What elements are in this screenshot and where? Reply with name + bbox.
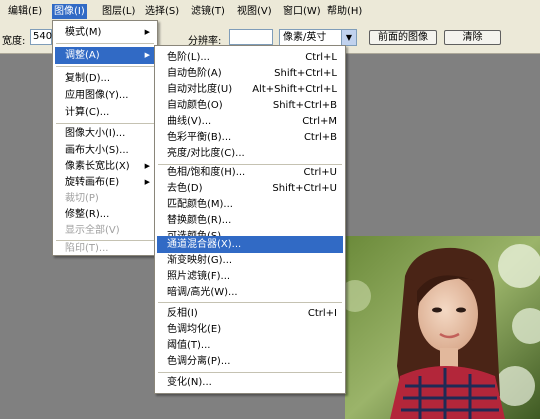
- menu-item-rotate-canvas[interactable]: 旋转画布(E) ▶: [55, 174, 155, 191]
- menu-item-pixel-aspect-ratio[interactable]: 像素长宽比(X) ▶: [55, 158, 155, 175]
- menu-item-hue-saturation[interactable]: 色相/饱和度(H)... Ctrl+U: [157, 164, 343, 181]
- menu-item-canvas-size[interactable]: 画布大小(S)...: [55, 142, 155, 159]
- menu-item-shortcut: Shift+Ctrl+L: [274, 68, 337, 79]
- menu-item-label: 亮度/对比度(C)...: [167, 148, 245, 159]
- menu-divider: [56, 240, 154, 241]
- menu-item-duplicate[interactable]: 复制(D)...: [55, 70, 155, 87]
- menu-item-adjustments[interactable]: 调整(A) ▶: [55, 47, 155, 64]
- menu-item-shortcut: Ctrl+I: [307, 308, 337, 319]
- menu-item-brightness-contrast[interactable]: 亮度/对比度(C)...: [157, 145, 343, 162]
- menu-divider: [158, 372, 342, 373]
- resolution-unit-value: 像素/英寸: [283, 32, 327, 43]
- menu-item-trap: 陷印(T)...: [65, 243, 109, 254]
- menu-item-levels[interactable]: 色阶(L)... Ctrl+L: [157, 49, 343, 66]
- menu-item-label: 旋转画布(E): [65, 177, 120, 188]
- document-photo: [345, 236, 540, 419]
- menu-item-apply-image[interactable]: 应用图像(Y)...: [55, 87, 155, 104]
- menu-item-photo-filter[interactable]: 照片滤镜(F)...: [157, 268, 343, 285]
- menu-item-posterize[interactable]: 色调分离(P)...: [157, 353, 343, 370]
- submenu-arrow-icon: ▶: [144, 178, 150, 186]
- menu-item-label: 色相/饱和度(H)...: [167, 167, 246, 178]
- resolution-input[interactable]: [229, 29, 273, 45]
- menu-item-invert[interactable]: 反相(I) Ctrl+I: [157, 305, 343, 322]
- menu-item-shortcut: Ctrl+M: [302, 116, 337, 127]
- menu-item-variations[interactable]: 变化(N)...: [157, 374, 343, 391]
- menu-item-label: 去色(D): [167, 183, 203, 194]
- menu-item-shortcut: Ctrl+B: [303, 132, 337, 143]
- width-input[interactable]: 540: [30, 29, 52, 45]
- menu-item-label: 色阶(L)...: [167, 52, 210, 63]
- menu-item-label: 像素长宽比(X): [65, 161, 130, 172]
- menu-layer[interactable]: 图层(L): [100, 4, 137, 19]
- menu-item-shortcut: Ctrl+U: [303, 167, 338, 178]
- front-image-button[interactable]: 前面的图像: [369, 30, 437, 45]
- menu-item-color-balance[interactable]: 色彩平衡(B)... Ctrl+B: [157, 129, 343, 146]
- menu-window[interactable]: 窗口(W): [281, 4, 323, 19]
- menu-view[interactable]: 视图(V): [235, 4, 274, 19]
- menu-item-auto-contrast[interactable]: 自动对比度(U) Alt+Shift+Ctrl+L: [157, 81, 343, 98]
- clear-button[interactable]: 清除: [444, 30, 501, 45]
- menu-item-curves[interactable]: 曲线(V)... Ctrl+M: [157, 113, 343, 130]
- menu-item-label: 自动对比度(U): [167, 84, 233, 95]
- menu-select[interactable]: 选择(S): [143, 4, 181, 19]
- chevron-down-icon: ▼: [341, 30, 356, 45]
- menu-item-threshold[interactable]: 阈值(T)...: [157, 337, 343, 354]
- image-menu-dropdown: 模式(M) ▶ 调整(A) ▶ 复制(D)... 应用图像(Y)... 计算(C).…: [52, 20, 158, 256]
- menu-item-label: 模式(M): [65, 27, 102, 38]
- menu-item-label: 曲线(V)...: [167, 116, 212, 127]
- menu-image[interactable]: 图像(I): [52, 4, 87, 19]
- menu-filter[interactable]: 滤镜(T): [189, 4, 227, 19]
- resolution-unit-select[interactable]: 像素/英寸 ▼: [279, 29, 357, 46]
- menu-item-match-color[interactable]: 匹配颜色(M)...: [157, 196, 343, 213]
- menu-item-shortcut: Ctrl+L: [305, 52, 337, 63]
- menu-divider: [56, 123, 154, 124]
- menu-item-shortcut: Alt+Shift+Ctrl+L: [252, 84, 337, 95]
- menu-divider: [56, 66, 154, 67]
- menu-item-replace-color[interactable]: 替换颜色(R)...: [157, 212, 343, 229]
- submenu-arrow-icon: ▶: [144, 28, 150, 36]
- menu-item-mode[interactable]: 模式(M) ▶: [55, 24, 155, 41]
- submenu-arrow-icon: ▶: [144, 51, 150, 59]
- menu-item-shortcut: Shift+Ctrl+B: [272, 100, 337, 111]
- menu-divider: [56, 43, 154, 44]
- menu-item-shortcut: Shift+Ctrl+U: [272, 183, 337, 194]
- menu-item-reveal-all: 显示全部(V): [65, 225, 120, 236]
- menu-item-calculations[interactable]: 计算(C)...: [55, 104, 155, 121]
- menu-item-channel-mixer[interactable]: 通道混合器(X)...: [157, 236, 343, 253]
- menu-item-auto-color[interactable]: 自动颜色(O) Shift+Ctrl+B: [157, 97, 343, 114]
- menu-item-label: 色彩平衡(B)...: [167, 132, 232, 143]
- adjustments-submenu: 色阶(L)... Ctrl+L 自动色阶(A) Shift+Ctrl+L 自动对比度…: [154, 45, 346, 394]
- menu-item-image-size[interactable]: 图像大小(I)...: [55, 125, 155, 142]
- menu-help[interactable]: 帮助(H): [325, 4, 364, 19]
- menu-divider: [158, 302, 342, 303]
- menu-item-label: 调整(A): [65, 50, 100, 61]
- menu-item-gradient-map[interactable]: 渐变映射(G)...: [157, 252, 343, 269]
- menu-item-auto-levels[interactable]: 自动色阶(A) Shift+Ctrl+L: [157, 65, 343, 82]
- menu-item-trim[interactable]: 修整(R)...: [55, 206, 155, 223]
- menu-item-label: 自动色阶(A): [167, 68, 222, 79]
- menu-item-label: 自动颜色(O): [167, 100, 223, 111]
- width-label: 宽度:: [2, 36, 26, 47]
- menu-item-label: 反相(I): [167, 308, 198, 319]
- menu-edit[interactable]: 编辑(E): [6, 4, 44, 19]
- menu-item-desaturate[interactable]: 去色(D) Shift+Ctrl+U: [157, 180, 343, 197]
- submenu-arrow-icon: ▶: [144, 162, 150, 170]
- menu-item-crop: 裁切(P): [65, 193, 99, 204]
- menu-item-shadow-highlight[interactable]: 暗调/高光(W)...: [157, 284, 343, 301]
- menu-item-equalize[interactable]: 色调均化(E): [157, 321, 343, 338]
